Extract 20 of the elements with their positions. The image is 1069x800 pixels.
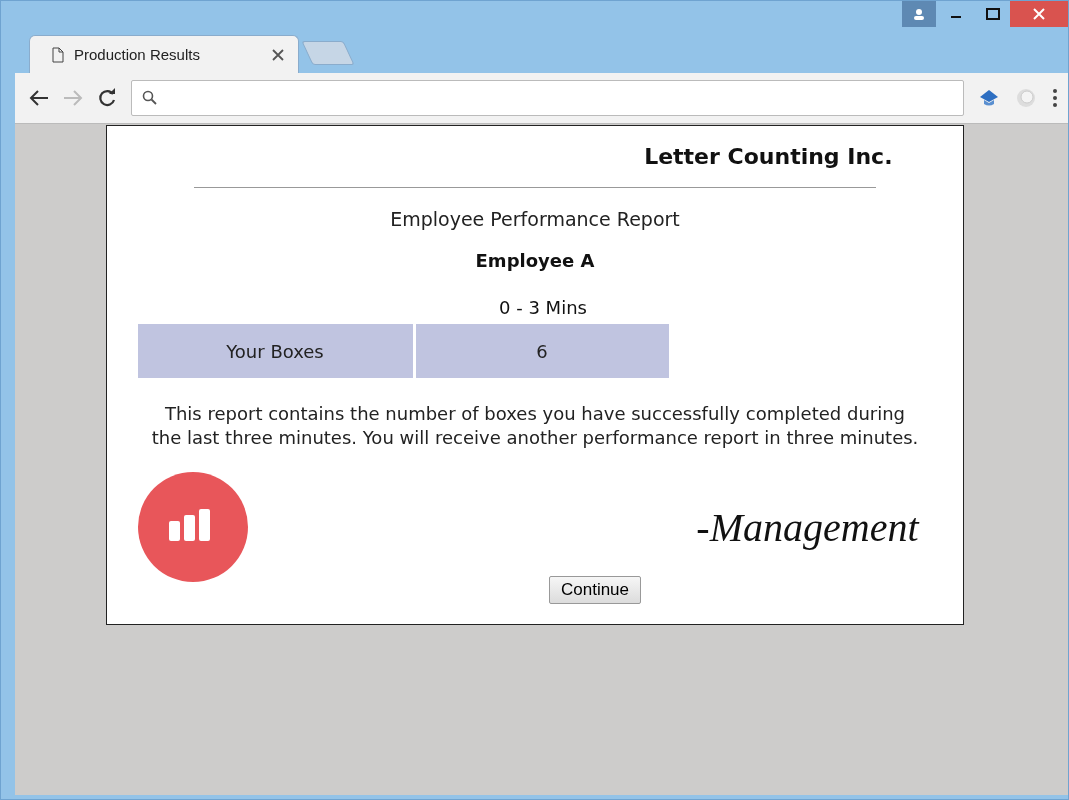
search-icon [142,90,158,106]
continue-button[interactable]: Continue [548,576,642,604]
report-message: This report contains the number of boxes you have successfully completed during the last three minutes. You will receive another performance report in three minutes. [150,402,920,450]
time-period: 0 - 3 Mins [499,297,587,318]
extension-icon[interactable] [978,88,1000,108]
bar-chart-icon [137,472,248,582]
menu-icon[interactable] [1052,88,1058,108]
profile-icon[interactable] [902,1,936,27]
report-title: Employee Performance Report [390,208,680,230]
address-bar[interactable] [131,80,964,116]
company-name: Letter Counting Inc. [644,144,893,169]
close-icon[interactable] [272,48,284,61]
back-icon[interactable] [29,89,49,107]
signature: -Management [696,503,919,551]
table-cell: 6 [415,324,669,378]
reload-icon[interactable] [97,88,117,108]
page-icon [52,46,64,63]
browser-tab[interactable]: Production Results [29,35,299,73]
employee-name: Employee A [475,250,595,271]
table-cell: Your Boxes [137,324,413,378]
